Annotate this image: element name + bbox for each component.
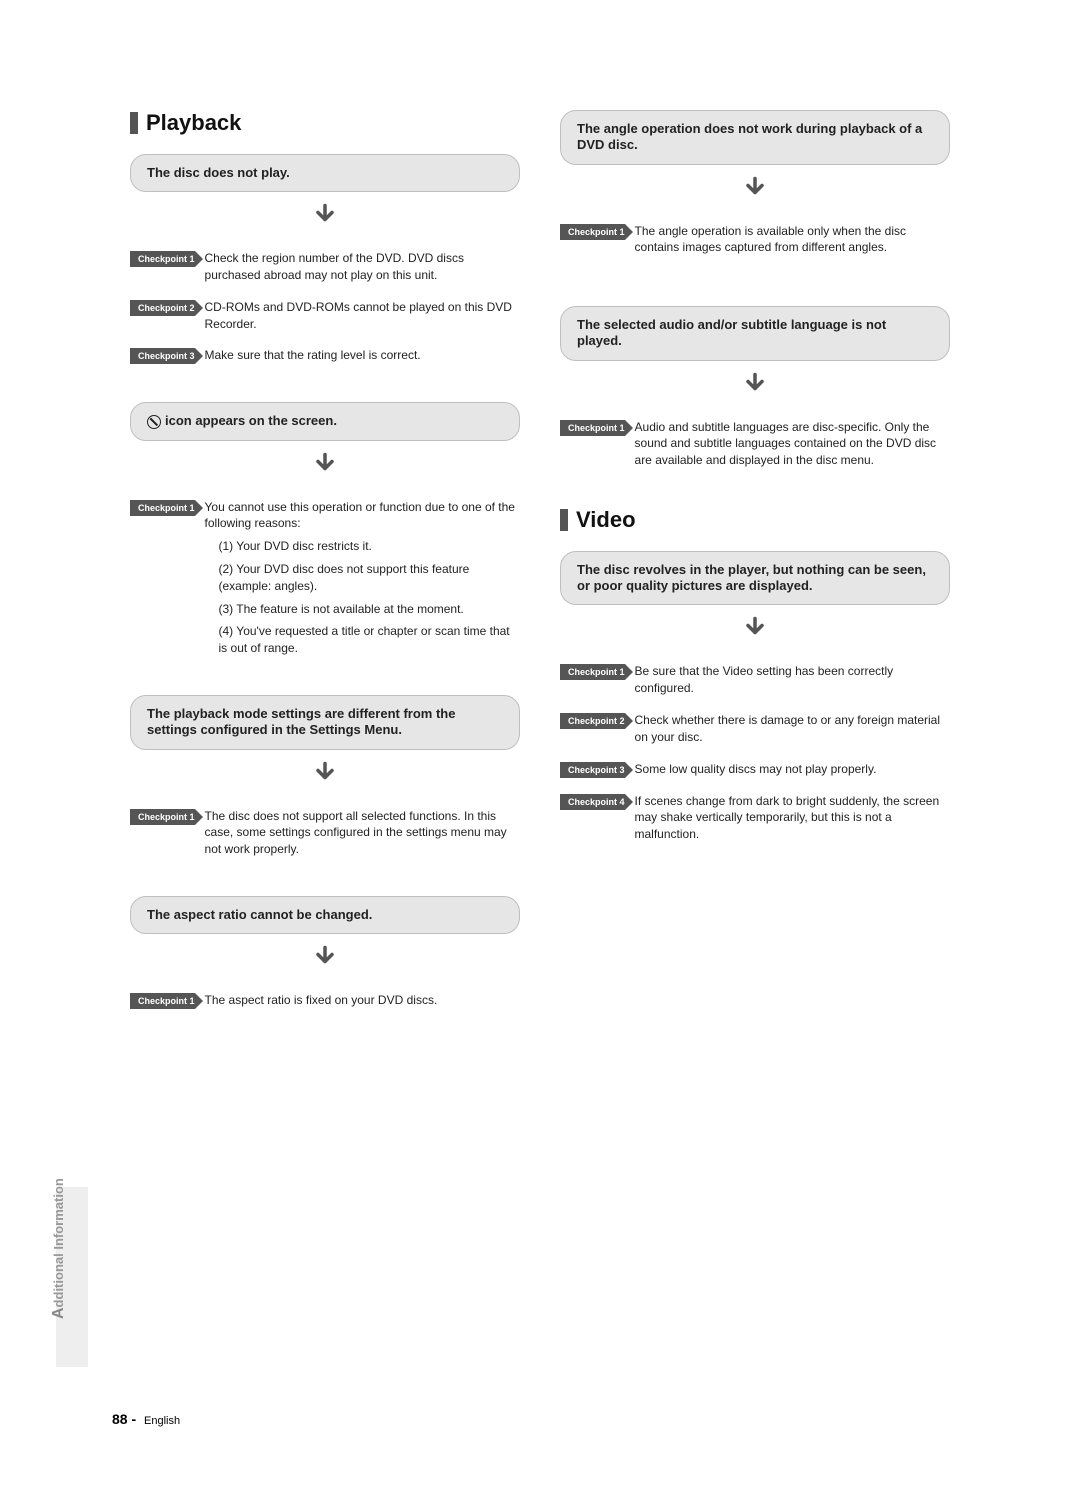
problem-heading: The disc does not play. [130, 154, 520, 192]
prohibit-icon [147, 415, 161, 429]
page-footer: 88 - English [112, 1411, 180, 1427]
checkpoint-row: Checkpoint 1 The disc does not support a… [130, 807, 520, 858]
sidebar-rest: dditional Information [51, 1178, 66, 1307]
checkpoint-badge: Checkpoint 2 [130, 300, 195, 316]
arrow-down-icon [130, 451, 520, 484]
problem-heading: The disc revolves in the player, but not… [560, 551, 950, 606]
arrow-down-icon [130, 944, 520, 977]
checkpoint-text: If scenes change from dark to bright sud… [635, 792, 950, 843]
checkpoint-badge: Checkpoint 1 [560, 420, 625, 436]
arrow-down-icon [560, 615, 950, 648]
problem-heading: The aspect ratio cannot be changed. [130, 896, 520, 934]
checkpoint-row: Checkpoint 3 Some low quality discs may … [560, 760, 950, 778]
problem-heading-text: icon appears on the screen. [165, 413, 337, 428]
checkpoint-row: Checkpoint 2 Check whether there is dama… [560, 711, 950, 746]
checkpoint-sub: (2) Your DVD disc does not support this … [205, 561, 520, 595]
arrow-down-icon [130, 760, 520, 793]
checkpoint-row: Checkpoint 1 Be sure that the Video sett… [560, 662, 950, 697]
checkpoint-badge: Checkpoint 1 [130, 500, 195, 516]
problem-block: The aspect ratio cannot be changed. Chec… [130, 896, 520, 1009]
checkpoint-text: The aspect ratio is fixed on your DVD di… [205, 991, 438, 1009]
problem-block: icon appears on the screen. Checkpoint 1… [130, 402, 520, 657]
problem-heading: The selected audio and/or subtitle langu… [560, 306, 950, 361]
checkpoint-row: Checkpoint 1 Audio and subtitle language… [560, 418, 950, 469]
checkpoint-row: Checkpoint 1 You cannot use this operati… [130, 498, 520, 657]
arrow-down-icon [560, 175, 950, 208]
checkpoint-badge: Checkpoint 3 [560, 762, 625, 778]
checkpoint-text: Be sure that the Video setting has been … [635, 662, 950, 697]
checkpoint-sub: (4) You've requested a title or chapter … [205, 623, 520, 657]
page-number: 88 [112, 1411, 128, 1427]
right-column: The angle operation does not work during… [560, 110, 950, 1047]
content-columns: Playback The disc does not play. Checkpo… [130, 110, 950, 1047]
problem-heading: The angle operation does not work during… [560, 110, 950, 165]
checkpoint-badge: Checkpoint 3 [130, 348, 195, 364]
arrow-down-icon [130, 202, 520, 235]
checkpoint-row: Checkpoint 4 If scenes change from dark … [560, 792, 950, 843]
checkpoint-badge: Checkpoint 2 [560, 713, 625, 729]
checkpoint-badge: Checkpoint 1 [130, 251, 195, 267]
checkpoint-badge: Checkpoint 1 [130, 993, 195, 1009]
checkpoint-badge: Checkpoint 1 [130, 809, 195, 825]
left-column: Playback The disc does not play. Checkpo… [130, 110, 520, 1047]
checkpoint-badge: Checkpoint 1 [560, 664, 625, 680]
checkpoint-row: Checkpoint 1 Check the region number of … [130, 249, 520, 284]
checkpoint-main-text: You cannot use this operation or functio… [205, 500, 515, 531]
checkpoint-text: Some low quality discs may not play prop… [635, 760, 877, 778]
footer-language: English [144, 1415, 180, 1427]
section-bar-icon [560, 509, 568, 531]
sidebar-section-label: Additional Information [50, 1178, 68, 1319]
problem-block: The selected audio and/or subtitle langu… [560, 306, 950, 469]
problem-heading: The playback mode settings are different… [130, 695, 520, 750]
checkpoint-badge: Checkpoint 1 [560, 224, 625, 240]
section-bar-icon [130, 112, 138, 134]
checkpoint-text: Audio and subtitle languages are disc-sp… [635, 418, 950, 469]
checkpoint-text: Check whether there is damage to or any … [635, 711, 950, 746]
checkpoint-row: Checkpoint 3 Make sure that the rating l… [130, 346, 520, 364]
checkpoint-text: CD-ROMs and DVD-ROMs cannot be played on… [205, 298, 520, 333]
checkpoint-text: Check the region number of the DVD. DVD … [205, 249, 520, 284]
checkpoint-sub: (3) The feature is not available at the … [205, 601, 520, 618]
problem-block: The disc revolves in the player, but not… [560, 551, 950, 843]
checkpoint-text: You cannot use this operation or functio… [205, 498, 520, 657]
section-title-video: Video [560, 507, 950, 533]
arrow-down-icon [560, 371, 950, 404]
checkpoint-text: The disc does not support all selected f… [205, 807, 520, 858]
manual-page: Additional Information Playback The disc… [0, 0, 1080, 1489]
problem-block: The angle operation does not work during… [560, 110, 950, 256]
problem-heading: icon appears on the screen. [130, 402, 520, 440]
checkpoint-text: Make sure that the rating level is corre… [205, 346, 421, 364]
checkpoint-row: Checkpoint 1 The aspect ratio is fixed o… [130, 991, 520, 1009]
problem-block: The playback mode settings are different… [130, 695, 520, 858]
sidebar-cap: A [50, 1307, 67, 1319]
checkpoint-row: Checkpoint 1 The angle operation is avai… [560, 222, 950, 257]
section-title-playback: Playback [130, 110, 520, 136]
checkpoint-sub: (1) Your DVD disc restricts it. [205, 538, 520, 555]
section-heading: Video [576, 507, 636, 533]
checkpoint-row: Checkpoint 2 CD-ROMs and DVD-ROMs cannot… [130, 298, 520, 333]
section-heading: Playback [146, 110, 241, 136]
problem-block: The disc does not play. Checkpoint 1 Che… [130, 154, 520, 364]
checkpoint-badge: Checkpoint 4 [560, 794, 625, 810]
checkpoint-text: The angle operation is available only wh… [635, 222, 950, 257]
